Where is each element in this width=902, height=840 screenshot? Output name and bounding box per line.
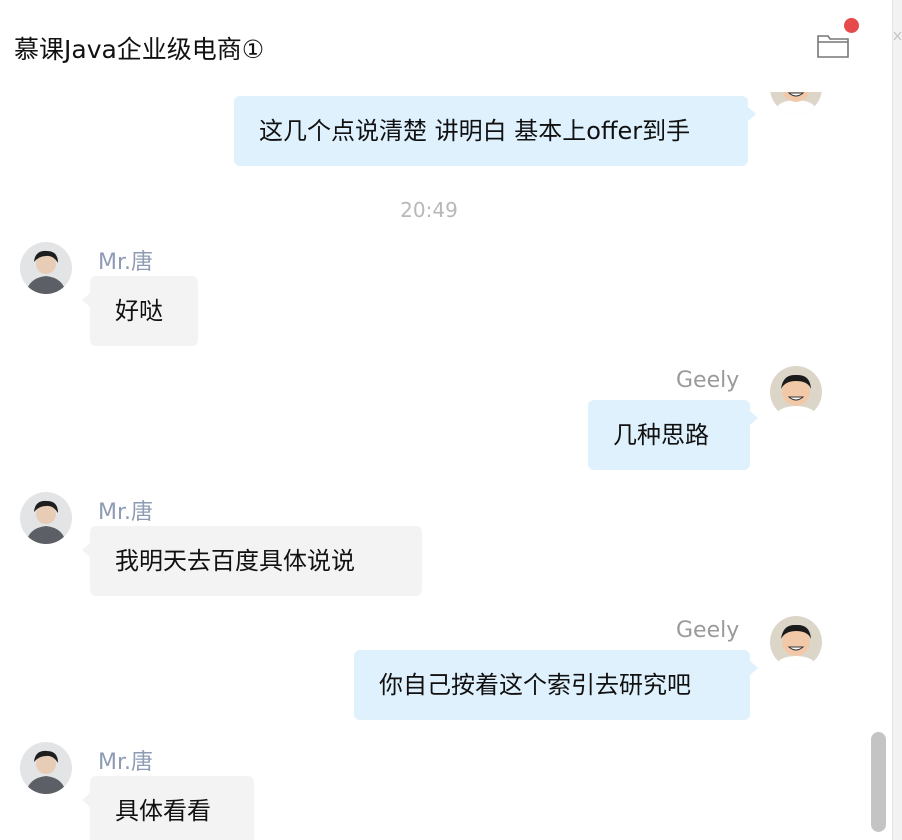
folder-icon[interactable] xyxy=(816,30,850,60)
message-bubble[interactable]: 具体看看 xyxy=(82,776,254,840)
avatar-geely[interactable] xyxy=(770,616,822,668)
timestamp: 20:49 xyxy=(400,198,458,222)
collapse-arrow-icon[interactable] xyxy=(893,28,902,68)
chat-title: 慕课Java企业级电商① xyxy=(14,35,265,64)
sender-name: Geely xyxy=(676,618,740,643)
sender-name: Mr.唐 xyxy=(98,250,154,275)
sender-name: Geely xyxy=(676,368,740,393)
chat-window: 慕课Java企业级电商① 这几个点说清楚 讲明白 基本上offer到手 20:4… xyxy=(0,0,902,840)
message-bubble[interactable]: 好哒 xyxy=(82,276,198,346)
notification-badge xyxy=(844,18,859,33)
scrollbar-thumb[interactable] xyxy=(871,732,886,832)
sender-name: Mr.唐 xyxy=(98,500,154,525)
avatar-mr-tang[interactable] xyxy=(20,742,72,794)
avatar-geely[interactable] xyxy=(770,366,822,418)
avatar-mr-tang[interactable] xyxy=(20,242,72,294)
message-bubble[interactable]: 几种思路 xyxy=(588,400,758,470)
side-panel-edge[interactable] xyxy=(892,0,902,840)
message-bubble[interactable]: 你自己按着这个索引去研究吧 xyxy=(354,650,758,720)
avatar-mr-tang[interactable] xyxy=(20,492,72,544)
message-bubble[interactable]: 这几个点说清楚 讲明白 基本上offer到手 xyxy=(234,96,756,166)
sender-name: Mr.唐 xyxy=(98,750,154,775)
chat-header: 慕课Java企业级电商① xyxy=(0,0,892,92)
message-bubble[interactable]: 我明天去百度具体说说 xyxy=(82,526,422,596)
